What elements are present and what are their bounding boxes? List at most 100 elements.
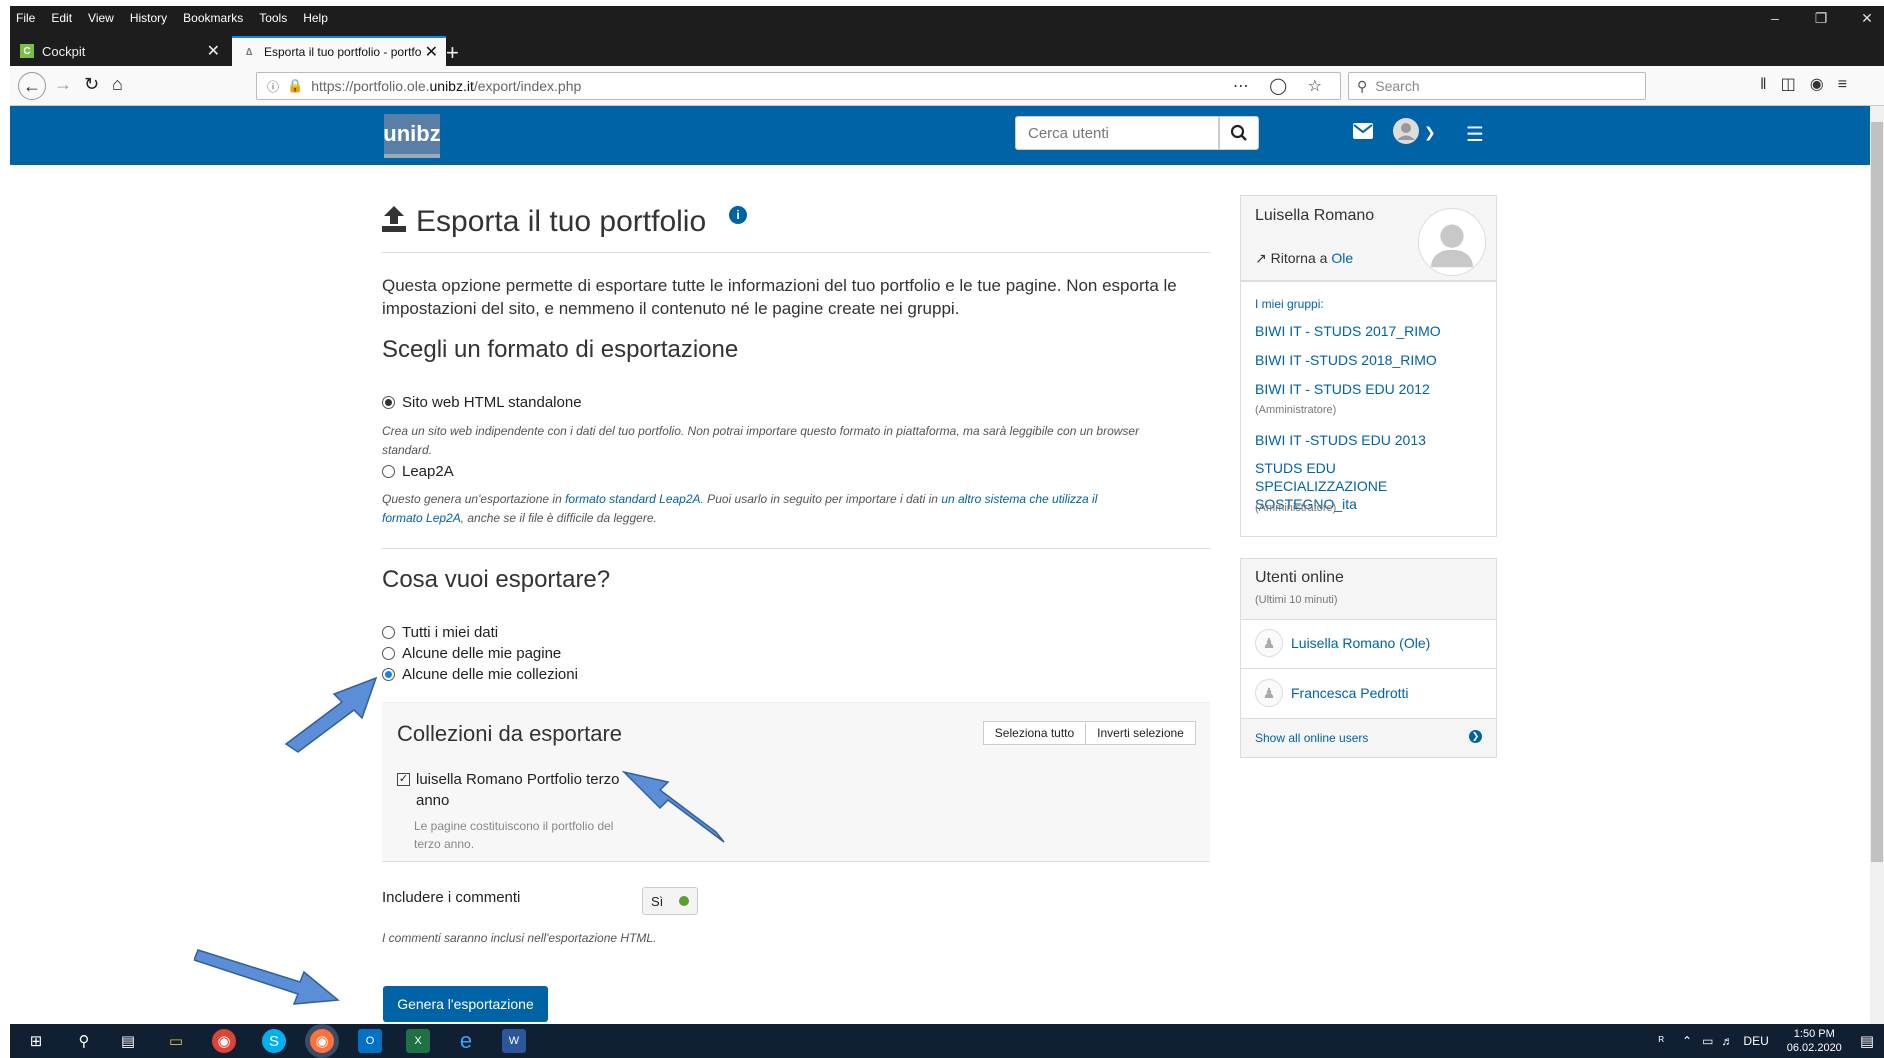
comments-toggle[interactable]: Sì <box>642 887 698 915</box>
online-users-title: Utenti online <box>1255 569 1344 586</box>
menu-bookmarks[interactable]: Bookmarks <box>183 11 243 25</box>
search-placeholder: Search <box>1375 78 1420 94</box>
cockpit-favicon-icon: C <box>20 44 34 58</box>
browser-search-input[interactable]: ⚲ Search <box>1348 72 1646 100</box>
close-tab-icon[interactable]: ✕ <box>207 41 220 61</box>
group-link[interactable]: BIWI IT -STUDS EDU 2013 <box>1255 431 1480 449</box>
radio-dot[interactable] <box>382 465 395 478</box>
chevron-down-icon[interactable]: ❯ <box>1424 124 1436 141</box>
file-explorer-icon[interactable]: ▭ <box>164 1029 188 1053</box>
group-link[interactable]: BIWI IT -STUDS 2018_RIMO <box>1255 351 1480 369</box>
radio-dot[interactable] <box>382 626 395 639</box>
volume-icon[interactable]: ♬ <box>1721 1034 1733 1048</box>
select-all-button[interactable]: Seleziona tutto <box>983 721 1086 745</box>
people-icon[interactable]: ᴿ <box>1659 1034 1664 1048</box>
library-sidebar-menu-icons[interactable]: ‖◫◉≡ <box>1760 74 1861 94</box>
radio-dot[interactable] <box>382 647 395 660</box>
chrome-icon[interactable]: ◉ <box>212 1029 236 1053</box>
user-search-input[interactable]: Cerca utenti <box>1015 116 1219 150</box>
url-path: /export/index.php <box>473 78 582 94</box>
tab-bar: C Cockpit ✕ ∆ Esporta il tuo portfolio -… <box>10 30 1884 66</box>
forward-icon[interactable]: → <box>54 74 72 95</box>
divider <box>382 252 1210 253</box>
group-link[interactable]: BIWI IT - STUDS 2017_RIMO <box>1255 322 1480 340</box>
intro-text: Questa opzione permette di esportare tut… <box>382 276 1177 318</box>
minimize-icon[interactable]: – <box>1752 6 1798 30</box>
radio-label: Alcune delle mie collezioni <box>402 666 578 683</box>
radio-label: Leap2A <box>402 463 454 480</box>
ole-link[interactable]: Ole <box>1331 250 1353 266</box>
radio-dot[interactable] <box>382 668 395 681</box>
notifications-icon[interactable]: ▤ <box>1860 1032 1874 1050</box>
checkbox[interactable]: ✓ <box>397 773 410 786</box>
radio-leap2a[interactable]: Leap2A <box>382 463 454 480</box>
excel-icon[interactable]: X <box>406 1029 430 1053</box>
show-all-online-users-link[interactable]: Show all online users <box>1255 731 1368 745</box>
upload-icon <box>382 205 406 239</box>
clock[interactable]: 1:50 PM 06.02.2020 <box>1787 1027 1842 1055</box>
url-bar[interactable]: ⓘ 🔒 https://portfolio.ole. unibz.it/expor… <box>256 72 1341 100</box>
arrow-right-circle-icon[interactable]: ❯ <box>1469 730 1482 743</box>
back-icon[interactable]: ← <box>18 72 46 100</box>
reload-icon[interactable]: ↻ <box>84 74 99 95</box>
leap2a-format-link[interactable]: formato standard Leap2A <box>565 492 700 506</box>
online-users-header <box>1240 558 1497 620</box>
info-icon[interactable]: ⓘ <box>267 78 279 95</box>
radio-some-collections[interactable]: Alcune delle mie collezioni <box>382 666 578 683</box>
hamburger-menu-icon[interactable]: ☰ <box>1466 122 1484 147</box>
outlook-icon[interactable]: O <box>358 1029 382 1053</box>
unibz-logo[interactable]: unibz <box>383 114 441 158</box>
close-window-icon[interactable]: ✕ <box>1844 6 1884 30</box>
comments-description: I commenti saranno inclusi nell'esportaz… <box>382 931 657 945</box>
skype-icon[interactable]: S <box>262 1029 286 1053</box>
collections-title: Collezioni da esportare <box>397 721 623 746</box>
online-user-item[interactable]: ♟ Francesca Pedrotti <box>1255 679 1409 707</box>
person-icon <box>1430 224 1474 268</box>
tab-cockpit[interactable]: C Cockpit ✕ <box>10 36 228 66</box>
search-icon[interactable]: ⚲ <box>72 1029 96 1053</box>
home-icon[interactable]: ⌂ <box>112 74 123 95</box>
menu-view[interactable]: View <box>88 11 114 25</box>
language-indicator[interactable]: DEU <box>1743 1034 1768 1048</box>
tab-title: Esporta il tuo portfolio - portfo <box>264 45 422 59</box>
invert-selection-button[interactable]: Inverti selezione <box>1085 721 1196 745</box>
radio-label: Sito web HTML standalone <box>402 394 582 411</box>
scrollbar-thumb[interactable] <box>1871 122 1883 862</box>
internet-explorer-icon[interactable]: e <box>454 1028 478 1053</box>
radio-dot[interactable] <box>382 396 395 409</box>
tab-title: Cockpit <box>42 43 86 59</box>
task-view-icon[interactable]: ▤ <box>116 1029 140 1053</box>
windows-start-icon[interactable]: ⊞ <box>24 1029 48 1053</box>
collection-checkbox-item[interactable]: ✓ luisella Romano Portfolio terzo anno <box>397 769 619 811</box>
admin-note: (Amministratore) <box>1255 502 1337 514</box>
radio-label: Tutti i miei dati <box>402 624 499 641</box>
firefox-icon[interactable]: ◉ <box>310 1029 334 1053</box>
generate-export-button[interactable]: Genera l'esportazione <box>383 986 548 1022</box>
new-tab-icon[interactable]: + <box>446 40 459 66</box>
chevron-up-icon[interactable]: ⌃ <box>1682 1034 1692 1048</box>
search-button[interactable] <box>1219 116 1259 150</box>
word-icon[interactable]: W <box>502 1029 526 1053</box>
annotation-arrow-icon <box>194 949 340 1005</box>
user-avatar-icon[interactable] <box>1393 118 1419 150</box>
page-actions-icon[interactable]: ⋯ ◯ ☆ <box>1233 76 1330 96</box>
menu-file[interactable]: File <box>16 11 35 25</box>
close-tab-icon[interactable]: ✕ <box>425 42 438 62</box>
site-header: unibz Cerca utenti ❯ ☰ <box>10 106 1870 165</box>
return-to-ole-row: ↗ Ritorna a Ole <box>1255 250 1354 266</box>
menu-edit[interactable]: Edit <box>51 11 72 25</box>
radio-all-data[interactable]: Tutti i miei dati <box>382 624 498 641</box>
network-icon[interactable]: ▭ <box>1702 1034 1713 1048</box>
radio-html-standalone[interactable]: Sito web HTML standalone <box>382 394 582 411</box>
mail-icon[interactable] <box>1353 122 1373 145</box>
menu-history[interactable]: History <box>130 11 167 25</box>
online-user-item[interactable]: ♟ Luisella Romano (Ole) <box>1255 629 1430 657</box>
tab-esporta[interactable]: ∆ Esporta il tuo portfolio - portfo ✕ <box>232 36 446 66</box>
radio-some-pages[interactable]: Alcune delle mie pagine <box>382 645 561 662</box>
restore-icon[interactable]: ❐ <box>1798 6 1844 30</box>
group-link[interactable]: BIWI IT - STUDS EDU 2012 <box>1255 380 1480 398</box>
my-groups-label: I miei gruppi: <box>1255 297 1324 311</box>
info-icon[interactable]: i <box>729 206 747 224</box>
menu-tools[interactable]: Tools <box>259 11 287 25</box>
menu-help[interactable]: Help <box>303 11 328 25</box>
